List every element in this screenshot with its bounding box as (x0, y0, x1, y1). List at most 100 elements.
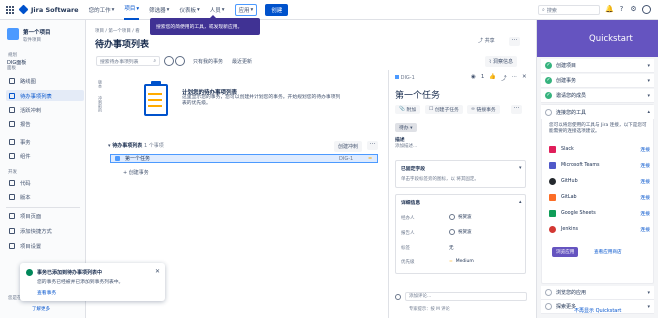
development-section-label: 开发 (8, 170, 17, 175)
notifications-icon[interactable]: 🔔 (605, 5, 614, 14)
description-field[interactable]: 添加描述... (395, 143, 417, 149)
close-icon[interactable]: ✕ (522, 74, 527, 82)
quickstart-step-active[interactable]: 连接您的工具 ▴ (541, 105, 654, 119)
connect-link[interactable]: 连接 (640, 210, 650, 217)
labels-value[interactable]: 无 (449, 245, 454, 251)
gitlab-icon (549, 193, 556, 201)
chevron-down-icon: ▾ (647, 289, 650, 296)
jenkins-icon (549, 225, 556, 233)
sidebar-item-project-settings[interactable]: 项目设置 (6, 240, 84, 251)
hide-quickstart-link[interactable]: 不再显示 Quickstart (574, 307, 621, 314)
sidebar-item-code[interactable]: 代码 (6, 177, 84, 188)
avatar (449, 229, 455, 235)
quickstart-step[interactable]: ✓ 邀请您的成员 ▾ (541, 89, 654, 103)
reporter-value[interactable]: 祝贺波 (449, 229, 472, 235)
sidebar-item-roadmap[interactable]: 路线图 (6, 75, 84, 86)
chevron-down-icon: ▾ (196, 6, 200, 13)
chevron-down-icon[interactable]: ▾ (519, 165, 522, 171)
watch-eye-icon[interactable]: ◉ (471, 74, 476, 82)
quickstart-step[interactable]: ✓ 创建项目 ▾ (541, 59, 654, 73)
backlog-search-input[interactable]: 搜索待办事项列表 ⌕ (96, 56, 160, 66)
issue-title-heading[interactable]: 第一个任务 (395, 88, 440, 101)
task-type-icon (395, 75, 399, 79)
backlog-header[interactable]: ▾ 待办事项列表 1 个事项 (108, 142, 164, 149)
sidebar-item-issues[interactable]: 事务 (6, 136, 84, 147)
create-subtask-button[interactable]: ☐ 创建子任务 (425, 105, 463, 114)
comment-input[interactable]: 添加评论... (405, 292, 527, 301)
create-sprint-button[interactable]: 创建冲刺 (334, 141, 363, 152)
sidebar-divider (6, 207, 80, 208)
create-button[interactable]: 创建 (265, 3, 289, 16)
nav-your-work[interactable]: 您的工作 ▾ (89, 6, 115, 14)
issue-key-link[interactable]: DIG-1 (395, 75, 415, 81)
check-icon: ✓ (545, 62, 552, 69)
learn-more-link[interactable]: 了解更多 (32, 306, 50, 312)
connect-link[interactable]: 连接 (640, 178, 650, 185)
global-search-input[interactable]: ⌕ 搜索 (538, 5, 600, 15)
backlog-icon (9, 92, 15, 99)
status-dropdown[interactable]: 待办 ▾ (395, 123, 417, 132)
link-icon: ∞ (471, 107, 475, 112)
like-icon[interactable]: 👍 (489, 74, 496, 82)
assignee-avatar-filter[interactable] (175, 56, 185, 66)
assignee-value[interactable]: 祝贺波 (449, 214, 472, 220)
more-button[interactable]: ··· (511, 105, 522, 114)
versions-panel-label[interactable]: 版本 (97, 80, 103, 88)
share-button[interactable]: ⤴ 共享 (478, 37, 495, 44)
nav-apps[interactable]: 应用 ▾ (234, 3, 258, 16)
nav-people[interactable]: 人员 ▾ (210, 6, 225, 14)
chevron-up-icon: ▴ (647, 109, 650, 115)
backlog-count: 1 个事项 (144, 143, 164, 149)
insights-button[interactable]: ⌇ 洞察信息 (485, 56, 518, 67)
sidebar-item-releases[interactable]: 版本 (6, 191, 84, 202)
board-selector[interactable]: DIG面板 面板 (7, 60, 26, 72)
connect-link[interactable]: 连接 (640, 162, 650, 169)
explore-apps-button[interactable]: 浏览应用 (552, 247, 579, 257)
project-header[interactable]: 第一个项目 软件项目 (7, 28, 51, 43)
profile-avatar[interactable] (642, 5, 651, 14)
chevron-up-icon[interactable]: ▴ (519, 199, 522, 205)
view-marketplace-link[interactable]: 查看应用商店 (594, 249, 622, 255)
insights-icon: ⌇ (489, 59, 492, 65)
google-sheets-icon (549, 209, 556, 217)
jira-logo-icon (18, 4, 29, 15)
connect-link[interactable]: 连接 (640, 146, 650, 153)
quickstart-step[interactable]: ✓ 创建事务 ▾ (541, 74, 654, 88)
link-issue-button[interactable]: ∞ 链接事务 (467, 105, 500, 114)
quickstart-step[interactable]: 浏览您的应用 ▾ (541, 286, 654, 300)
sidebar-item-active-sprints[interactable]: 活跃冲刺 (6, 104, 84, 115)
issue-key: DIG-1 (339, 155, 354, 162)
create-issue-button[interactable]: + 创建事务 (123, 169, 149, 176)
priority-medium-icon: = (449, 259, 453, 264)
attach-button[interactable]: 📎 附加 (395, 105, 421, 114)
epics-panel-label[interactable]: 冲刺前的 (97, 96, 103, 112)
more-actions-button[interactable]: ··· (509, 37, 520, 46)
view-issue-link[interactable]: 查看事务 (37, 289, 56, 296)
connect-link[interactable]: 连接 (640, 226, 650, 233)
backlog-more-button[interactable]: ··· (367, 141, 378, 150)
settings-gear-icon[interactable]: ⚙ (629, 5, 638, 14)
recently-updated-filter[interactable]: 最近更新 (232, 58, 252, 65)
sidebar-item-project-pages[interactable]: 项目页面 (6, 210, 84, 221)
sidebar-item-reports[interactable]: 报告 (6, 118, 84, 129)
sidebar-item-add-shortcut[interactable]: 添加快捷方式 (6, 225, 84, 236)
nav-projects[interactable]: 项目 ▾ (124, 0, 140, 20)
breadcrumb[interactable]: 项目 / 第一个项目 / 看 (95, 28, 140, 34)
assignee-avatar-filter[interactable] (164, 56, 174, 66)
sidebar-item-components[interactable]: 组件 (6, 150, 84, 161)
more-icon[interactable]: ··· (512, 74, 517, 82)
nav-filters[interactable]: 筛选器 ▾ (149, 6, 169, 14)
priority-value[interactable]: = Medium (449, 259, 474, 264)
share-icon[interactable]: ⤴ (501, 74, 507, 82)
circle-icon (545, 108, 552, 116)
close-icon[interactable]: ✕ (155, 268, 160, 275)
apps-tooltip: 搜索您的简便用的工具，或发现新应用。 (150, 15, 260, 35)
connect-link[interactable]: 连接 (640, 194, 650, 201)
app-switcher-icon[interactable] (6, 5, 14, 14)
only-my-issues-filter[interactable]: 只有我的事务 (193, 58, 223, 65)
help-icon[interactable]: ? (617, 5, 626, 14)
table-row[interactable]: 第一个任务 DIG-1 = (110, 154, 378, 163)
jira-logo[interactable]: Jira Software (18, 4, 79, 15)
sidebar-item-backlog[interactable]: 待办事项列表 (6, 90, 84, 101)
nav-dashboards[interactable]: 仪表板 ▾ (179, 6, 199, 14)
